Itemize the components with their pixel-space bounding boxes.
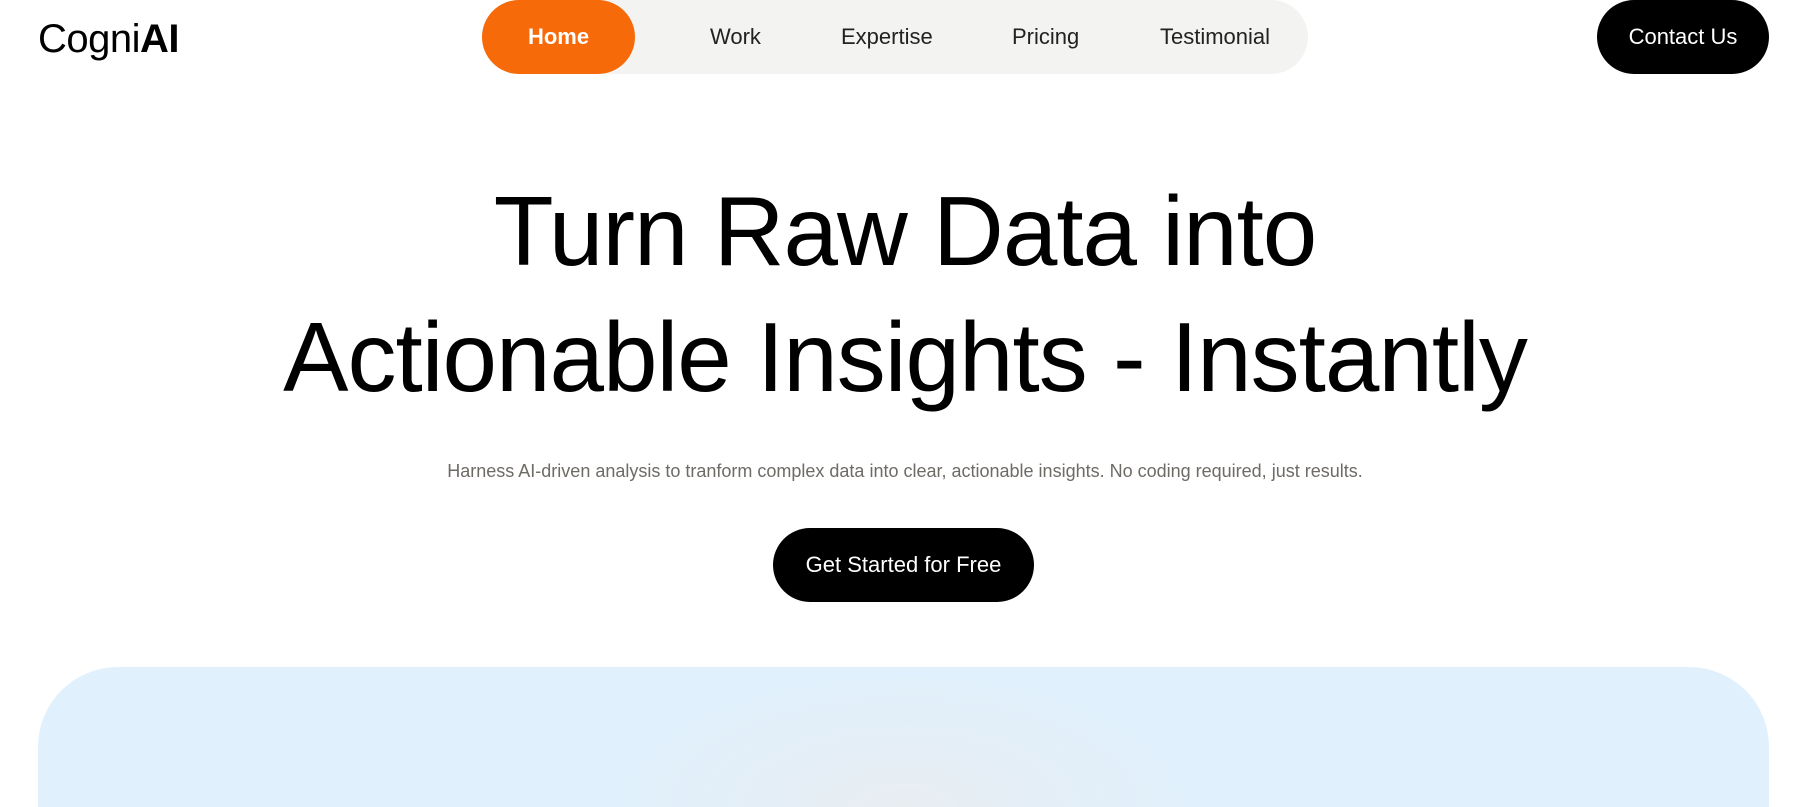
nav-item-work[interactable]: Work bbox=[710, 0, 761, 74]
main-nav: Home Work Expertise Pricing Testimonial bbox=[482, 0, 1308, 74]
brand-name-prefix: Cogni bbox=[38, 17, 141, 61]
nav-item-expertise[interactable]: Expertise bbox=[841, 0, 933, 74]
hero-subtitle: Harness AI-driven analysis to tranform c… bbox=[447, 461, 1363, 481]
nav-item-pricing[interactable]: Pricing bbox=[1012, 0, 1079, 74]
hero-title-line-1: Turn Raw Data into bbox=[493, 176, 1318, 286]
brand-logo[interactable]: CogniAI bbox=[38, 13, 180, 65]
get-started-button[interactable]: Get Started for Free bbox=[773, 528, 1034, 602]
showcase-panel bbox=[38, 667, 1769, 807]
nav-item-home[interactable]: Home bbox=[482, 0, 635, 74]
hero-title: Turn Raw Data into Actionable Insights -… bbox=[0, 168, 1810, 420]
hero-title-line-2: Actionable Insights - Instantly bbox=[283, 302, 1528, 412]
brand-name-suffix: AI bbox=[140, 17, 180, 61]
contact-us-button[interactable]: Contact Us bbox=[1597, 0, 1769, 74]
nav-item-testimonial[interactable]: Testimonial bbox=[1160, 0, 1270, 74]
